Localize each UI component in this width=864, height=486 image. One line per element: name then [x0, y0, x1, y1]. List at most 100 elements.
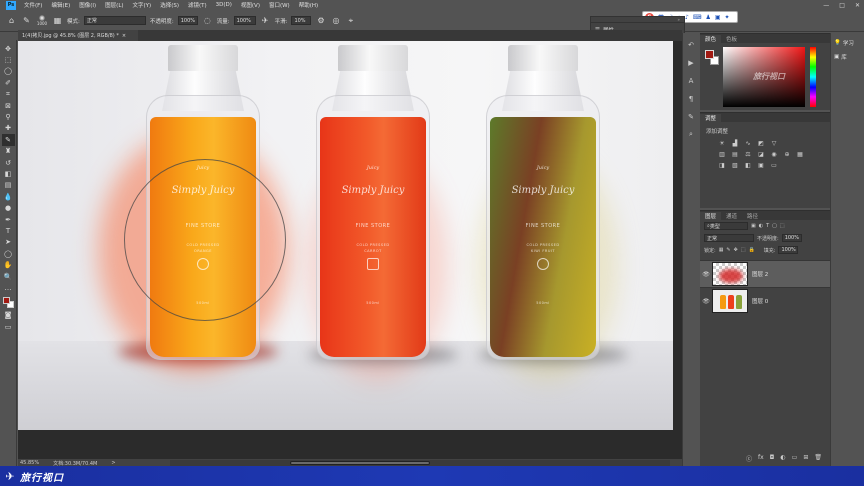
actions-icon[interactable]: ▶: [686, 57, 697, 68]
selective-color-icon[interactable]: ▣: [757, 162, 765, 169]
smoothing-input[interactable]: 10%: [291, 16, 312, 25]
menu-layer[interactable]: 图层(L): [105, 1, 123, 9]
new-layer-icon[interactable]: ⊞: [803, 454, 808, 463]
invert-icon[interactable]: ◨: [718, 162, 726, 169]
type-tool-icon[interactable]: T: [2, 225, 15, 236]
history-brush-tool-icon[interactable]: ↺: [2, 157, 15, 168]
document-tab[interactable]: 1(4)拷贝.jpg @ 45.8% (图层 2, RGB/8) * ×: [18, 30, 138, 41]
filter-adjust-icon[interactable]: ◐: [759, 223, 763, 229]
menu-view[interactable]: 视图(V): [241, 1, 260, 9]
blend-mode-dropdown[interactable]: 正常: [704, 234, 754, 242]
color-panel-foreground-swatch[interactable]: [705, 50, 714, 59]
tab-channels[interactable]: 通道: [721, 212, 742, 220]
pen-tool-icon[interactable]: ✒: [2, 214, 15, 225]
tab-layers[interactable]: 图层: [700, 212, 722, 220]
ime-mic-icon[interactable]: ♪: [685, 14, 689, 21]
lock-transparent-icon[interactable]: ▦: [719, 247, 724, 253]
quick-select-tool-icon[interactable]: ✐: [2, 77, 15, 88]
color-balance-icon[interactable]: ⚖: [744, 151, 752, 158]
filter-smart-icon[interactable]: ⬚: [780, 223, 785, 229]
close-tab-icon[interactable]: ×: [122, 33, 126, 39]
move-tool-icon[interactable]: ✥: [2, 43, 15, 54]
paragraph-icon[interactable]: ¶: [686, 93, 697, 104]
hand-tool-icon[interactable]: ✋: [2, 259, 15, 270]
layer-row-layer0[interactable]: 👁 图层 0: [700, 287, 830, 314]
fill-input[interactable]: 100%: [778, 246, 799, 254]
opacity-input[interactable]: 100%: [177, 16, 198, 25]
levels-icon[interactable]: ▟: [731, 140, 739, 147]
airbrush-icon[interactable]: ✈: [260, 15, 271, 26]
curves-icon[interactable]: ∿: [744, 140, 752, 147]
menu-filter[interactable]: 滤镜(T): [188, 1, 207, 9]
gradient-map-triangle-icon[interactable]: ▽: [770, 140, 778, 147]
pressure-size-icon[interactable]: ◎: [330, 15, 341, 26]
visibility-eye-icon[interactable]: 👁: [700, 298, 712, 305]
more-tools-icon[interactable]: …: [2, 282, 15, 293]
layer-style-icon[interactable]: fx: [758, 454, 764, 463]
brush-tool-icon[interactable]: ✎: [1, 134, 15, 146]
path-selection-tool-icon[interactable]: ➤: [2, 237, 15, 248]
posterize-icon[interactable]: ▧: [731, 162, 739, 169]
link-layers-icon[interactable]: ⓒ: [746, 454, 752, 463]
color-lookup-icon[interactable]: ▦: [796, 151, 804, 158]
flow-input[interactable]: 100%: [233, 16, 256, 25]
filter-shape-icon[interactable]: ▢: [772, 223, 777, 229]
dodge-tool-icon[interactable]: ●: [2, 202, 15, 213]
zoom-tool-icon[interactable]: 🔍: [2, 271, 15, 282]
layer-thumbnail[interactable]: [712, 262, 748, 286]
brush-panel-icon[interactable]: ✎: [686, 111, 697, 122]
brush-preset-picker[interactable]: 1000: [36, 14, 48, 28]
pressure-opacity-icon[interactable]: ◌: [202, 15, 213, 26]
layer-row-layer2[interactable]: 👁 图层 2: [700, 260, 830, 287]
ime-keyboard-icon[interactable]: ⌨: [693, 14, 702, 21]
lock-all-icon[interactable]: 🔒: [749, 247, 755, 253]
visibility-eye-icon[interactable]: 👁: [700, 271, 712, 278]
scrollbar-thumb[interactable]: [290, 461, 430, 465]
frame-tool-icon[interactable]: ⊠: [2, 100, 15, 111]
marquee-tool-icon[interactable]: ⬚: [2, 54, 15, 65]
layer-name[interactable]: 图层 0: [752, 297, 768, 305]
gradient-tool-icon[interactable]: ▤: [2, 180, 15, 191]
eyedropper-tool-icon[interactable]: ⚲: [2, 111, 15, 122]
filter-pixel-icon[interactable]: ▣: [751, 223, 756, 229]
brightness-contrast-icon[interactable]: ☀: [718, 140, 726, 147]
symmetry-icon[interactable]: ⌖: [345, 15, 356, 26]
layer-opacity-input[interactable]: 100%: [781, 234, 802, 242]
navigator-icon[interactable]: ⌕: [686, 129, 697, 140]
libraries-button[interactable]: ▣ 库: [831, 47, 864, 61]
hue-slider[interactable]: [810, 47, 816, 107]
learn-button[interactable]: 💡 学习: [831, 33, 864, 47]
color-swatches[interactable]: [2, 296, 15, 310]
document-canvas[interactable]: Juicy Simply Juicy FINE STORE COLD PRESS…: [18, 41, 673, 430]
menu-3d[interactable]: 3D(D): [216, 2, 232, 8]
ime-user-icon[interactable]: ♟: [705, 14, 710, 21]
menu-image[interactable]: 图像(I): [79, 1, 96, 9]
screen-mode-icon[interactable]: ▭: [2, 321, 15, 332]
brush-tool-preset-icon[interactable]: ✎: [21, 15, 32, 26]
eraser-tool-icon[interactable]: ◧: [2, 168, 15, 179]
ime-skin-icon[interactable]: ▣: [715, 14, 721, 21]
menu-help[interactable]: 帮助(H): [299, 1, 318, 9]
close-window-button[interactable]: ✕: [855, 2, 860, 9]
healing-brush-tool-icon[interactable]: ✚: [2, 123, 15, 134]
quick-mask-icon[interactable]: ◙: [2, 310, 15, 321]
tab-swatches[interactable]: 色板: [721, 35, 742, 43]
tab-adjustments[interactable]: 调整: [700, 114, 722, 122]
mode-dropdown[interactable]: 正常: [83, 16, 146, 25]
ime-tools-icon[interactable]: ✦: [725, 14, 730, 21]
tab-color[interactable]: 颜色: [700, 35, 722, 43]
foreground-color-swatch[interactable]: [2, 296, 10, 304]
menu-select[interactable]: 选择(S): [160, 1, 179, 9]
menu-edit[interactable]: 编辑(E): [51, 1, 70, 9]
smoothing-options-gear-icon[interactable]: ⚙: [315, 15, 326, 26]
black-white-icon[interactable]: ◪: [757, 151, 765, 158]
hue-saturation-icon[interactable]: ▤: [731, 151, 739, 158]
home-icon[interactable]: ⌂: [6, 15, 17, 26]
clone-stamp-tool-icon[interactable]: ♜: [2, 146, 15, 157]
blur-tool-icon[interactable]: 💧: [2, 191, 15, 202]
lock-artboard-icon[interactable]: ⬚: [741, 247, 746, 253]
tab-paths[interactable]: 路径: [742, 212, 763, 220]
history-icon[interactable]: ↶: [686, 39, 697, 50]
minimize-button[interactable]: —: [823, 2, 829, 9]
crop-tool-icon[interactable]: ⌗: [2, 89, 15, 100]
